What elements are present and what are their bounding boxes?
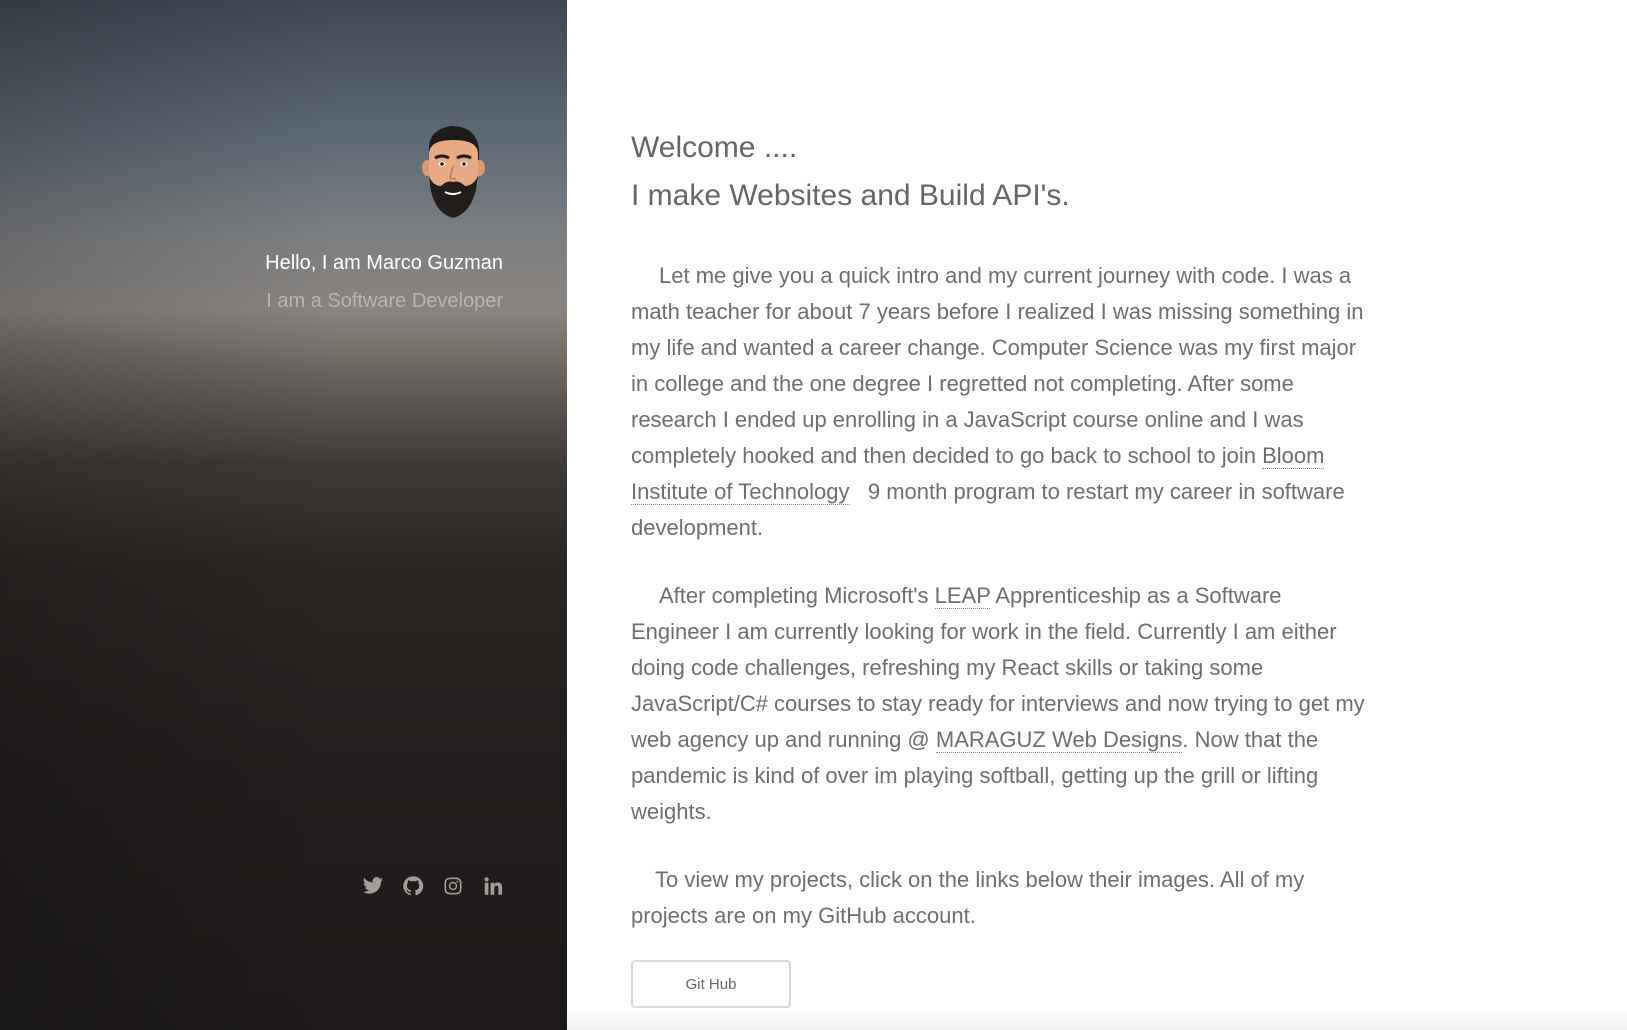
- tagline-heading: I make Websites and Build API's.: [631, 179, 1070, 212]
- instagram-icon[interactable]: [441, 874, 465, 898]
- leap-link[interactable]: LEAP: [934, 583, 991, 609]
- sidebar: Hello, I am Marco Guzman I am a Software…: [0, 0, 567, 1030]
- role-subtitle: I am a Software Developer: [266, 290, 503, 312]
- projects-paragraph: To view my projects, click on the links …: [631, 862, 1371, 934]
- intro-text-a: Let me give you a quick intro and my cur…: [631, 263, 1364, 468]
- current-paragraph: After completing Microsoft's LEAP Appren…: [631, 578, 1371, 830]
- twitter-icon[interactable]: [361, 874, 385, 898]
- maraguz-link[interactable]: MARAGUZ Web Designs: [935, 727, 1183, 753]
- main-content: Welcome .... I make Websites and Build A…: [631, 124, 1371, 934]
- social-links: [361, 874, 505, 898]
- linkedin-icon[interactable]: [481, 874, 505, 898]
- greeting: Hello, I am Marco Guzman: [265, 252, 503, 274]
- github-button[interactable]: Git Hub: [631, 960, 791, 1008]
- welcome-heading: Welcome ....: [631, 131, 798, 164]
- current-text-a: After completing Microsoft's: [659, 583, 935, 608]
- avatar: [422, 126, 485, 218]
- intro-paragraph: Let me give you a quick intro and my cur…: [631, 258, 1371, 546]
- github-icon[interactable]: [401, 874, 425, 898]
- projects-text: To view my projects, click on the links …: [631, 867, 1305, 928]
- bottom-shade: [567, 1004, 1627, 1030]
